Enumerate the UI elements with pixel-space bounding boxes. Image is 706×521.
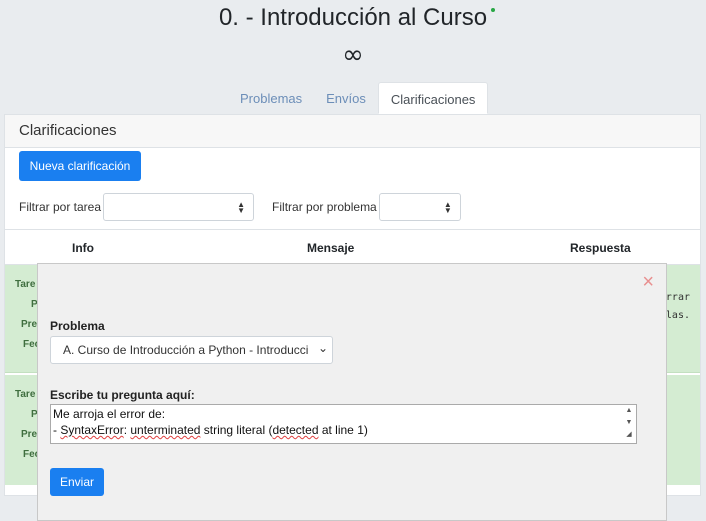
- problem-select[interactable]: A. Curso de Introducción a Python - Intr…: [50, 336, 333, 364]
- column-respuesta: Respuesta: [570, 241, 631, 255]
- filter-row: Filtrar por tarea ▲ ▼ Filtrar por problem…: [19, 193, 461, 221]
- tab-clarificaciones[interactable]: Clarificaciones: [377, 82, 489, 114]
- tab-bar: Problemas Envíos Clarificaciones: [228, 82, 489, 114]
- column-info: Info: [72, 241, 94, 255]
- row-response: las.: [665, 310, 690, 321]
- close-icon[interactable]: ×: [642, 272, 654, 292]
- problem-label: Problema: [50, 319, 105, 333]
- question-line-2: - SyntaxError: unterminated string liter…: [53, 423, 368, 437]
- select-arrows-icon: ▲ ▼: [237, 200, 246, 215]
- filter-task-label: Filtrar por tarea: [19, 200, 102, 214]
- page-header: 0. - Introducción al Curso: [0, 4, 706, 32]
- panel-title: Clarificaciones: [5, 115, 700, 148]
- filter-task-select[interactable]: ▲ ▼: [103, 193, 255, 221]
- course-title: 0. - Introducción al Curso: [218, 4, 496, 32]
- textarea-scrollbar[interactable]: ▲ ▼ ◢: [622, 405, 636, 443]
- tab-envios[interactable]: Envíos: [314, 82, 378, 114]
- column-mensaje: Mensaje: [307, 241, 355, 255]
- question-label: Escribe tu pregunta aquí:: [50, 388, 195, 402]
- problem-select-value: A. Curso de Introducción a Python - Intr…: [63, 343, 309, 357]
- course-title-text: 0. - Introducción al Curso: [218, 4, 488, 31]
- filter-problem-select[interactable]: ▲ ▼: [378, 193, 461, 221]
- question-line-1: Me arroja el error de:: [53, 407, 166, 421]
- select-arrows-icon: ▲ ▼: [443, 200, 452, 215]
- table-header: Info Mensaje Respuesta: [5, 229, 700, 265]
- chevron-down-icon: ⌄: [315, 341, 328, 355]
- tab-problemas[interactable]: Problemas: [228, 82, 314, 114]
- contest-timer: ∞: [342, 40, 364, 70]
- new-clarification-modal: × Problema A. Curso de Introducción a Py…: [37, 263, 667, 521]
- online-indicator: [491, 8, 496, 12]
- filter-problem-label: Filtrar por problema: [272, 200, 377, 214]
- send-button[interactable]: Enviar: [50, 468, 104, 496]
- row-response: rrar: [665, 292, 690, 303]
- new-clarification-button[interactable]: Nueva clarificación: [19, 151, 141, 181]
- question-textarea[interactable]: Me arroja el error de: - SyntaxError: un…: [50, 404, 637, 444]
